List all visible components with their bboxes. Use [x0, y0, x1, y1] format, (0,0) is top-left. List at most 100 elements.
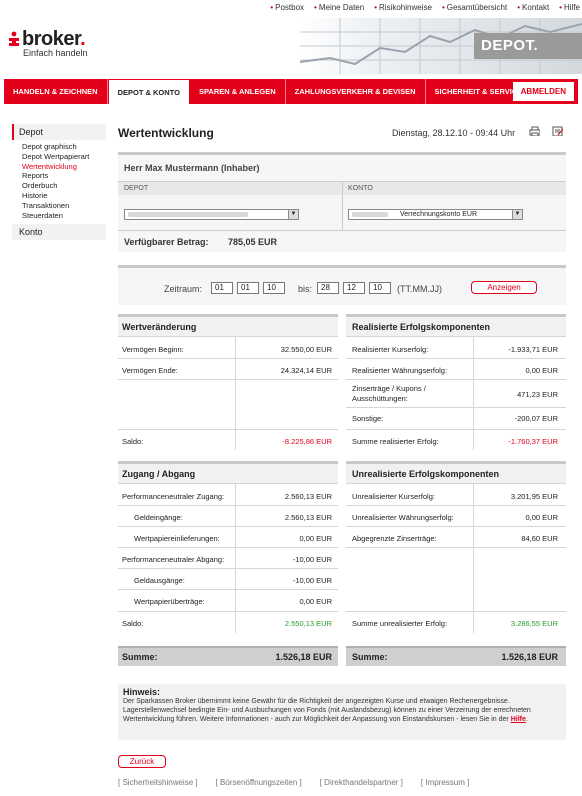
unreal-row-label: Unrealisierter Währungserfolg: — [352, 513, 454, 522]
real-sum-label: Summe realisierter Erfolg: — [352, 437, 439, 446]
sparkasse-logo-icon — [9, 31, 19, 46]
wertveraenderung-title: Wertveränderung — [122, 322, 197, 332]
to-day-input[interactable]: 28 — [317, 282, 339, 294]
top-link-postbox[interactable]: • Postbox — [270, 3, 304, 12]
depot-select[interactable]: ▼ — [124, 209, 299, 220]
hinweis-box: Hinweis: Der Sparkassen Broker übernimmt… — [118, 684, 566, 740]
konto-number-redacted — [352, 211, 388, 217]
period-panel: Zeitraum: 01 01 10 bis: 28 12 10 (TT.MM.… — [118, 265, 566, 305]
sidebar: Depot Depot graphisch Depot Wertpapierar… — [12, 124, 106, 241]
zugang-row-label: Performanceneutraler Abgang: — [122, 555, 225, 564]
sidebar-item-historie[interactable]: Historie — [22, 191, 106, 201]
brand-tagline: Einfach handeln — [23, 48, 88, 58]
nav-zahlungsverkehr-devisen[interactable]: ZAHLUNGSVERKEHR & DEVISEN — [286, 79, 426, 104]
real-row-label: Realisierter Kurserfolg: — [352, 345, 429, 354]
real-row-value: 471,23 EUR — [517, 390, 558, 399]
footer-link-impressum[interactable]: [ Impressum ] — [421, 778, 469, 787]
zugang-row-label: Wertpapierüberträge: — [134, 597, 205, 606]
real-row-label: Realisierter Währungserfolg: — [352, 366, 448, 375]
wertveraenderung-panel: Wertveränderung Vermögen Beginn: 32.550,… — [118, 314, 338, 450]
to-label: bis: — [298, 284, 313, 294]
realisierte-title: Realisierte Erfolgskomponenten — [352, 322, 491, 332]
vermoegen-ende-label: Vermögen Ende: — [122, 366, 178, 375]
top-link-hilfe[interactable]: • Hilfe — [559, 3, 580, 12]
depot-number-redacted — [128, 211, 248, 217]
to-month-input[interactable]: 12 — [343, 282, 365, 294]
nav-handeln-zeichnen[interactable]: HANDELN & ZEICHNEN — [4, 79, 108, 104]
vermoegen-ende-value: 24.324,14 EUR — [280, 366, 332, 375]
top-link-kontakt[interactable]: • Kontakt — [517, 3, 549, 12]
printer-icon[interactable] — [529, 126, 540, 136]
zugang-row-value: 0,00 EUR — [299, 534, 332, 543]
page-title: Wertentwicklung — [118, 126, 214, 140]
real-row-label: Zinserträge / Kupons / Ausschüttungen: — [352, 384, 426, 403]
sidebar-item-orderbuch[interactable]: Orderbuch — [22, 181, 106, 191]
main-nav: HANDELN & ZEICHNEN DEPOT & KONTO SPAREN … — [4, 79, 578, 104]
chevron-down-icon: ▼ — [288, 210, 298, 219]
zugang-row-value: 2.560,13 EUR — [284, 492, 332, 501]
page-date: Dienstag, 28.12.10 - 09:44 Uhr — [392, 128, 516, 138]
unreal-row-label: Abgegrenzte Zinserträge: — [352, 534, 437, 543]
unreal-row-value: 0,00 EUR — [525, 513, 558, 522]
sidebar-item-wertentwicklung[interactable]: Wertentwicklung — [22, 162, 106, 172]
footer-links: [ Sicherheitshinweise ] [ Börsenöffnungs… — [118, 778, 469, 787]
wert-saldo-label: Saldo: — [122, 437, 144, 446]
to-year-input[interactable]: 10 — [369, 282, 391, 294]
sidebar-item-depot-graphisch[interactable]: Depot graphisch — [22, 142, 106, 152]
footer-link-sicherheitshinweise[interactable]: [ Sicherheitshinweise ] — [118, 778, 198, 787]
top-link-meine-daten[interactable]: • Meine Daten — [314, 3, 364, 12]
sidebar-submenu: Depot graphisch Depot Wertpapierart Wert… — [12, 140, 106, 224]
footer-link-boersenoeffnungszeiten[interactable]: [ Börsenöffnungszeiten ] — [216, 778, 302, 787]
unreal-sum-value: 3.286,55 EUR — [510, 619, 558, 628]
summe-right-bar: Summe: 1.526,18 EUR — [346, 646, 566, 666]
top-links: • Postbox • Meine Daten • Risikohinweise • G… — [270, 3, 580, 12]
top-link-risikohinweise[interactable]: • Risikohinweise — [374, 3, 432, 12]
hinweis-text: Der Sparkassen Broker übernimmt keine Ge… — [123, 698, 531, 723]
period-label: Zeitraum: — [164, 284, 203, 294]
nav-depot-konto[interactable]: DEPOT & KONTO — [107, 79, 190, 104]
footer-link-direkthandelspartner[interactable]: [ Direkthandelspartner ] — [320, 778, 403, 787]
summe-right-value: 1.526,18 EUR — [501, 652, 558, 662]
zugang-row-label: Geldeingänge: — [134, 513, 183, 522]
depot-banner-label: DEPOT. — [474, 33, 582, 59]
sidebar-item-transaktionen[interactable]: Transaktionen — [22, 201, 106, 211]
from-day-input[interactable]: 01 — [211, 282, 233, 294]
unreal-sum-label: Summe unrealisierter Erfolg: — [352, 619, 448, 628]
zugang-abgang-panel: Zugang / Abgang Performanceneutraler Zug… — [118, 461, 338, 633]
notepad-icon[interactable] — [552, 126, 563, 136]
zugang-row-value: 0,00 EUR — [299, 597, 332, 606]
owner-panel: Herr Max Mustermann (Inhaber) DEPOT KONT… — [118, 152, 566, 252]
summe-left-bar: Summe: 1.526,18 EUR — [118, 646, 338, 666]
nav-sparen-anlegen[interactable]: SPAREN & ANLEGEN — [190, 79, 286, 104]
zugang-row-value: -10,00 EUR — [292, 555, 332, 564]
top-link-gesamtuebersicht[interactable]: • Gesamtübersicht — [442, 3, 507, 12]
zugang-saldo-label: Saldo: — [122, 619, 144, 628]
sidebar-item-depot-wertpapierart[interactable]: Depot Wertpapierart — [22, 152, 106, 162]
konto-select[interactable]: Verrechnungskonto EUR ▼ — [348, 209, 523, 220]
vermoegen-beginn-label: Vermögen Beginn: — [122, 345, 184, 354]
anzeigen-button[interactable]: Anzeigen — [471, 281, 537, 294]
zurueck-button[interactable]: Zurück — [118, 755, 166, 768]
summe-left-label: Summe: — [122, 652, 158, 662]
sidebar-item-konto[interactable]: Konto — [12, 224, 106, 241]
available-label: Verfügbarer Betrag: — [124, 237, 209, 247]
unreal-row-value: 84,60 EUR — [521, 534, 558, 543]
realisierte-panel: Realisierte Erfolgskomponenten Realisier… — [346, 314, 566, 450]
real-sum-value: -1.760,37 EUR — [508, 437, 558, 446]
from-year-input[interactable]: 10 — [263, 282, 285, 294]
unreal-row-value: 3.201,95 EUR — [510, 492, 558, 501]
logout-button[interactable]: ABMELDEN — [512, 82, 574, 101]
from-month-input[interactable]: 01 — [237, 282, 259, 294]
depot-column-label: DEPOT — [124, 185, 149, 192]
konto-column-label: KONTO — [348, 185, 373, 192]
sidebar-item-reports[interactable]: Reports — [22, 171, 106, 181]
sidebar-item-steuerdaten[interactable]: Steuerdaten — [22, 211, 106, 221]
owner-name: Herr Max Mustermann (Inhaber) — [124, 163, 260, 173]
sidebar-item-depot[interactable]: Depot — [12, 124, 106, 140]
zugang-saldo-value: 2.550,13 EUR — [284, 619, 332, 628]
zugang-row-value: -10,00 EUR — [292, 576, 332, 585]
summe-left-value: 1.526,18 EUR — [275, 652, 332, 662]
real-row-value: 0,00 EUR — [525, 366, 558, 375]
zugang-title: Zugang / Abgang — [122, 469, 196, 479]
hilfe-link[interactable]: Hilfe — [511, 716, 526, 723]
